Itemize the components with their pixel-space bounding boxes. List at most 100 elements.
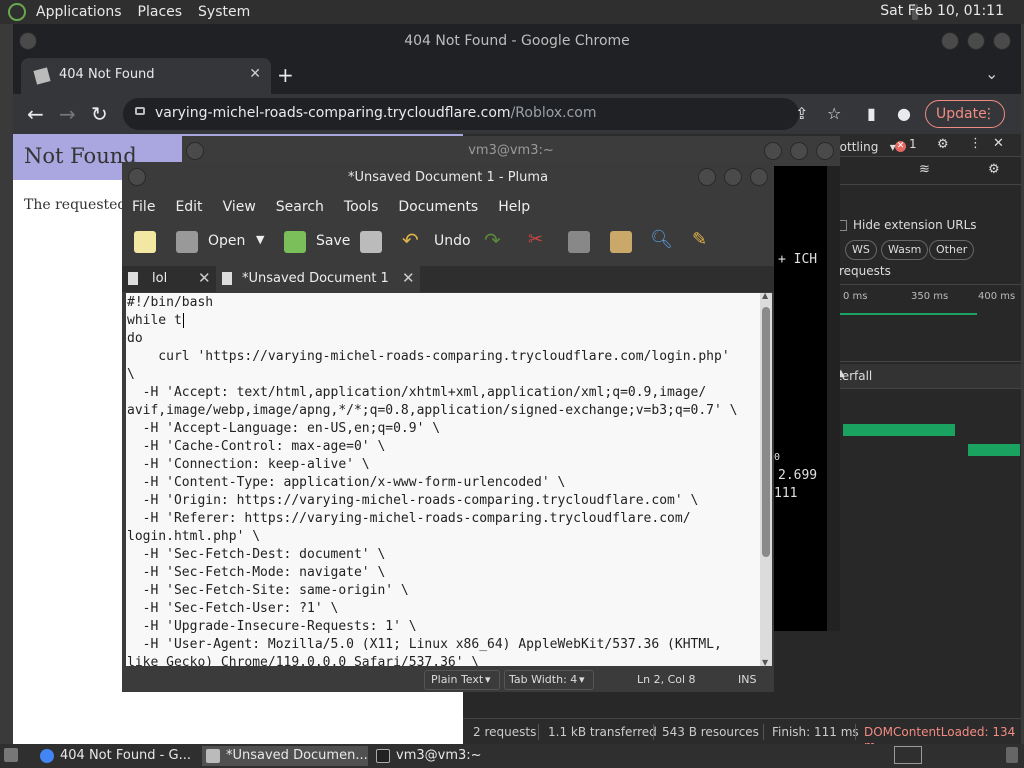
forward-icon[interactable]: → (59, 102, 76, 126)
status-divider (855, 724, 856, 740)
language-select[interactable]: Plain Text ▾ (424, 670, 500, 690)
sort-triangle-icon[interactable]: ▲ (837, 368, 1005, 379)
pluma-minimize-button[interactable] (698, 168, 716, 186)
menu-tools[interactable]: Tools (334, 199, 389, 215)
editor-scrollbar[interactable]: ▲ ▼ (760, 291, 772, 667)
text-editor[interactable]: #!/bin/bash while t do curl 'https://var… (126, 293, 760, 666)
taskbar: 404 Not Found - G... *Unsaved Documen...… (0, 744, 1024, 768)
trash-icon[interactable] (1006, 747, 1018, 763)
network-settings-icon[interactable]: ⚙ (988, 162, 1000, 177)
settings-gear-icon[interactable]: ⚙ (937, 137, 949, 152)
terminal-close-button[interactable] (816, 142, 834, 160)
status-transferred: 1.1 kB transferred (548, 725, 657, 739)
more-menu-icon[interactable]: ⋮ (982, 101, 996, 127)
taskbar-item-pluma[interactable]: *Unsaved Documen... (202, 746, 368, 766)
filter-wasm-chip[interactable]: Wasm (881, 240, 929, 260)
pluma-maximize-button[interactable] (724, 168, 742, 186)
tab-close-icon[interactable]: ✕ (402, 269, 415, 287)
undo-button[interactable]: Undo (434, 233, 471, 249)
pluma-titlebar[interactable]: *Unsaved Document 1 - Pluma (122, 162, 774, 194)
pluma-close-button[interactable] (750, 168, 768, 186)
back-icon[interactable]: ← (27, 102, 44, 126)
overview-timeline[interactable]: 0 ms 350 ms 400 ms (823, 284, 1021, 362)
chrome-icon (40, 749, 54, 763)
profile-icon[interactable]: ● (897, 104, 911, 123)
waterfall-header[interactable]: terfall ▲ (823, 364, 1021, 389)
reload-icon[interactable]: ↻ (91, 102, 108, 126)
throttling-select[interactable]: rottling ▾ (835, 140, 896, 154)
status-finish: Finish: 111 ms (772, 725, 859, 739)
network-status-bar: 2 requests 1.1 kB transferred 543 B reso… (463, 718, 1021, 753)
scroll-up-icon[interactable]: ▲ (762, 291, 768, 300)
pluma-tab-unsaved[interactable]: *Unsaved Document 1 ✕ (216, 266, 420, 292)
tab-close-icon[interactable]: ✕ (249, 66, 261, 82)
menu-applications[interactable]: Applications (28, 4, 130, 20)
lock-icon[interactable] (135, 107, 145, 115)
search-magnifier-icon[interactable]: 🔍︎ (650, 229, 673, 250)
menu-system[interactable]: System (190, 4, 258, 20)
paste-clipboard-icon[interactable] (610, 231, 632, 253)
redo-arrow-icon[interactable]: ↷ (484, 228, 501, 252)
filter-ws-chip[interactable]: WS (845, 240, 877, 260)
workspace-switcher[interactable] (894, 746, 922, 764)
menu-edit[interactable]: Edit (165, 199, 212, 215)
open-recent-chevron-icon[interactable]: ▼ (256, 233, 264, 246)
distro-logo-icon[interactable] (8, 3, 26, 21)
save-disk-icon[interactable] (284, 231, 306, 253)
menu-places[interactable]: Places (130, 4, 191, 20)
menu-search[interactable]: Search (266, 199, 334, 215)
terminal-maximize-button[interactable] (790, 142, 808, 160)
tab-label: lol (152, 271, 168, 286)
taskbar-item-terminal[interactable]: vm3@vm3:~ (372, 746, 532, 766)
print-icon[interactable] (360, 231, 382, 253)
cut-scissors-icon[interactable]: ✂ (528, 229, 543, 250)
chrome-titlebar[interactable]: 404 Not Found - Google Chrome (13, 24, 1021, 58)
editor-content[interactable]: #!/bin/bash while t do curl 'https://var… (127, 294, 737, 666)
open-folder-icon[interactable] (176, 231, 198, 253)
copy-icon[interactable] (568, 231, 590, 253)
pluma-tab-lol[interactable]: lol ✕ (122, 266, 214, 292)
update-button[interactable]: Update ⋮ (925, 100, 1005, 128)
devtools-close-icon[interactable]: ✕ (993, 136, 1004, 151)
browser-tab[interactable]: 404 Not Found ✕ (21, 58, 271, 94)
scrollbar-thumb[interactable] (762, 307, 770, 557)
minimize-button[interactable] (941, 32, 959, 50)
share-icon[interactable]: ⇪ (795, 104, 808, 123)
save-button[interactable]: Save (316, 233, 350, 249)
clock[interactable]: Sat Feb 10, 01:11 (880, 3, 1004, 19)
devtools-more-icon[interactable]: ⋮ (969, 136, 982, 151)
bookmark-star-icon[interactable]: ☆ (827, 104, 841, 123)
menu-help[interactable]: Help (488, 199, 540, 215)
tab-width-select[interactable]: Tab Width: 4 ▾ (504, 670, 594, 690)
maximize-button[interactable] (967, 32, 985, 50)
tab-close-icon[interactable]: ✕ (198, 269, 211, 287)
status-divider (538, 724, 539, 740)
hide-extension-urls-checkbox[interactable]: Hide extension URLs (836, 218, 977, 232)
window-menu-button[interactable] (19, 32, 37, 50)
new-tab-icon[interactable]: + (277, 63, 294, 87)
terminal-scrollbar[interactable] (827, 166, 840, 631)
menu-file[interactable]: File (122, 199, 165, 215)
side-panel-icon[interactable]: ▮ (867, 104, 876, 123)
menu-view[interactable]: View (213, 199, 266, 215)
show-desktop-icon[interactable] (4, 748, 18, 762)
status-requests: 2 requests (473, 725, 537, 739)
menu-documents[interactable]: Documents (388, 199, 488, 215)
pluma-menu-button[interactable] (128, 168, 146, 186)
close-button[interactable] (993, 32, 1011, 50)
search-replace-icon[interactable]: ✎ (692, 229, 707, 250)
address-bar[interactable]: varying-michel-roads-comparing.trycloudf… (123, 98, 799, 130)
new-document-icon[interactable] (134, 231, 156, 253)
terminal-text: 111 (774, 486, 798, 501)
terminal-minimize-button[interactable] (764, 142, 782, 160)
filter-other-chip[interactable]: Other (929, 240, 975, 260)
network-conditions-icon[interactable]: ≋ (919, 162, 930, 177)
open-button[interactable]: Open (208, 233, 245, 249)
tab-label: *Unsaved Document 1 (242, 271, 389, 286)
undo-arrow-icon[interactable]: ↶ (402, 228, 419, 252)
tab-search-chevron-icon[interactable]: ⌄ (985, 64, 998, 83)
error-count-badge[interactable]: ✕ 1 (895, 137, 917, 152)
taskbar-item-chrome[interactable]: 404 Not Found - G... (36, 746, 196, 766)
scroll-down-icon[interactable]: ▼ (762, 658, 768, 667)
terminal-menu-button[interactable] (186, 142, 204, 160)
